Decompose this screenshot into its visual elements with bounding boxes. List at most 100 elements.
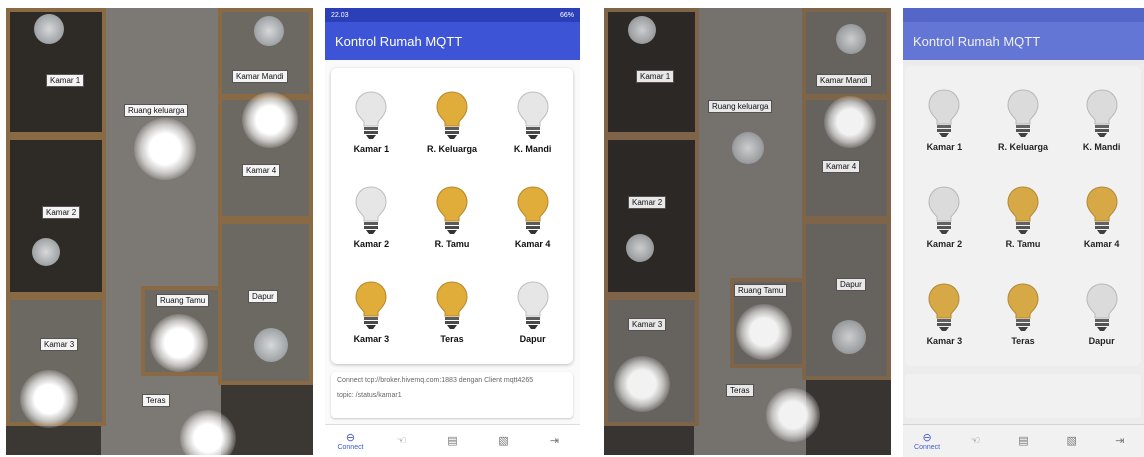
lamp-label: Kamar 1 bbox=[353, 143, 390, 154]
photo-label-ruang-tamu: Ruang Tamu bbox=[156, 294, 210, 307]
nav-item-logout[interactable]: ⇥ bbox=[535, 435, 575, 447]
nav-label: Connect bbox=[914, 443, 941, 451]
lamp-label: R. Tamu bbox=[434, 238, 470, 249]
lamp-dapur bbox=[254, 328, 288, 362]
lamp-label: R. Tamu bbox=[1005, 238, 1041, 249]
lamp-ruang-keluarga bbox=[134, 118, 196, 180]
log-connect-line: Connect tcp://broker.hivemq.com:1883 den… bbox=[337, 377, 534, 384]
status-bar bbox=[903, 8, 1144, 22]
connection-log bbox=[905, 374, 1141, 418]
logout-icon: ⇥ bbox=[1115, 435, 1125, 447]
nav-item-touch[interactable]: ☜ bbox=[382, 435, 422, 447]
logout-icon: ⇥ bbox=[549, 435, 560, 447]
lamp-toggle-kamar-4[interactable]: Kamar 4 bbox=[492, 169, 573, 264]
lamp-kamar-2 bbox=[32, 238, 60, 266]
lamp-toggle-kamar-2[interactable]: Kamar 2 bbox=[905, 169, 984, 266]
log-topic-line: topic: /status/kamar1 bbox=[337, 392, 402, 400]
lamp-dapur bbox=[832, 320, 866, 354]
room-dapur bbox=[802, 220, 891, 380]
lamp-toggle-r-tamu[interactable]: R. Tamu bbox=[984, 169, 1063, 266]
link-icon: ⊖ bbox=[345, 431, 356, 444]
lamp-label: R. Keluarga bbox=[426, 143, 477, 154]
light-bulb-icon bbox=[355, 281, 387, 330]
lamp-toggle-teras[interactable]: Teras bbox=[984, 265, 1063, 362]
lamp-teras bbox=[180, 410, 236, 455]
photo-label-dapur: Dapur bbox=[248, 290, 278, 303]
message-off-icon: ▧ bbox=[498, 435, 509, 447]
nav-item-logout[interactable]: ⇥ bbox=[1100, 435, 1140, 447]
light-bulb-icon bbox=[1086, 89, 1118, 138]
light-bulb-icon bbox=[436, 91, 468, 139]
link-icon: ⊖ bbox=[922, 431, 932, 444]
lamp-toggle-kamar-3[interactable]: Kamar 3 bbox=[905, 265, 984, 362]
lamp-ruang-keluarga bbox=[732, 132, 764, 164]
photo-label-kamar-mandi: Kamar Mandi bbox=[816, 74, 872, 87]
lamp-kamar-3 bbox=[614, 356, 670, 412]
nav-item-message-off[interactable]: ▧ bbox=[1052, 435, 1092, 447]
message-icon: ▤ bbox=[1018, 435, 1029, 447]
light-bulb-icon bbox=[928, 283, 960, 331]
light-bulb-icon bbox=[355, 186, 387, 234]
app-bar: Kontrol Rumah MQTT bbox=[325, 22, 580, 60]
nav-item-message-off[interactable]: ▧ bbox=[484, 435, 524, 447]
lamp-toggle-k-mandi[interactable]: K. Mandi bbox=[1062, 72, 1141, 169]
status-time: 22.03 bbox=[331, 11, 349, 19]
app-title: Kontrol Rumah MQTT bbox=[335, 33, 463, 49]
photo-label-ruang-keluarga: Ruang keluarga bbox=[708, 100, 773, 113]
touch-icon: ☜ bbox=[396, 435, 407, 447]
photo-label-kamar-1: Kamar 1 bbox=[636, 70, 675, 83]
photo-label-ruang-keluarga: Ruang keluarga bbox=[124, 104, 189, 117]
lamp-toggle-kamar-2[interactable]: Kamar 2 bbox=[331, 169, 412, 264]
lamp-teras bbox=[766, 388, 820, 442]
lamp-toggle-r-keluarga[interactable]: R. Keluarga bbox=[984, 72, 1063, 169]
light-bulb-icon bbox=[517, 281, 549, 330]
lamp-kamar-3 bbox=[20, 370, 78, 428]
lamp-toggle-dapur[interactable]: Dapur bbox=[492, 265, 573, 360]
lamp-toggle-teras[interactable]: Teras bbox=[412, 265, 493, 360]
lamp-label: Kamar 4 bbox=[514, 238, 551, 249]
lamp-label: Kamar 3 bbox=[926, 335, 963, 346]
app-bar: Kontrol Rumah MQTT bbox=[903, 22, 1144, 60]
nav-item-message[interactable]: ▤ bbox=[1003, 435, 1043, 447]
photo-label-ruang-tamu: Ruang Tamu bbox=[734, 284, 788, 297]
lamp-kamar-4 bbox=[242, 92, 298, 148]
lamp-label: Kamar 3 bbox=[353, 334, 390, 345]
lamp-toggle-r-keluarga[interactable]: R. Keluarga bbox=[412, 74, 493, 169]
nav-item-link[interactable]: ⊖ Connect bbox=[331, 432, 371, 451]
bottom-navigation: ⊖ Connect ☜ ▤ ▧ ⇥ bbox=[325, 424, 580, 457]
lamp-ruang-tamu bbox=[150, 314, 208, 372]
nav-item-message[interactable]: ▤ bbox=[433, 435, 473, 447]
message-icon: ▤ bbox=[447, 435, 458, 447]
photo-label-kamar-3: Kamar 3 bbox=[40, 338, 79, 351]
nav-label: Connect bbox=[337, 443, 364, 451]
house-model-photo: Kamar 1 Ruang keluarga Kamar Mandi Kamar… bbox=[6, 8, 313, 455]
light-bulb-icon bbox=[1007, 186, 1039, 234]
light-bulb-icon bbox=[1086, 283, 1118, 331]
phone-screen-2: Kontrol Rumah MQTT Kamar 1 R. Keluarga K. … bbox=[903, 8, 1144, 457]
house-model-photo-2: Kamar 1 Ruang keluarga Kamar Mandi Kamar… bbox=[604, 8, 891, 455]
light-bulb-icon bbox=[436, 281, 468, 330]
lamp-toggle-kamar-3[interactable]: Kamar 3 bbox=[331, 265, 412, 360]
light-bulb-icon bbox=[928, 186, 960, 234]
nav-item-touch[interactable]: ☜ bbox=[955, 435, 995, 447]
lamp-label: Teras bbox=[1011, 335, 1035, 346]
lamp-label: Dapur bbox=[519, 334, 546, 345]
lamp-toggle-r-tamu[interactable]: R. Tamu bbox=[412, 169, 493, 264]
lamp-kamar-2 bbox=[626, 234, 654, 262]
photo-label-kamar-4: Kamar 4 bbox=[822, 160, 861, 173]
lamp-toggle-kamar-1[interactable]: Kamar 1 bbox=[905, 72, 984, 169]
light-bulb-icon bbox=[517, 186, 549, 234]
phone-screen: 22.03 66% Kontrol Rumah MQTT Kamar 1 R. K… bbox=[325, 8, 580, 457]
lamp-label: Kamar 2 bbox=[353, 238, 390, 249]
lamp-kamar-mandi bbox=[254, 16, 284, 46]
lamp-control-card: Kamar 1 R. Keluarga K. Mandi Kamar 2 R. Tamu… bbox=[905, 66, 1141, 366]
connection-log: Connect tcp://broker.hivemq.com:1883 den… bbox=[331, 372, 573, 418]
lamp-toggle-kamar-1[interactable]: Kamar 1 bbox=[331, 74, 412, 169]
nav-item-link[interactable]: ⊖ Connect bbox=[907, 432, 947, 451]
message-off-icon: ▧ bbox=[1066, 435, 1077, 447]
lamp-toggle-k-mandi[interactable]: K. Mandi bbox=[492, 74, 573, 169]
light-bulb-icon bbox=[1086, 186, 1118, 234]
lamp-toggle-kamar-4[interactable]: Kamar 4 bbox=[1062, 169, 1141, 266]
photo-label-kamar-4: Kamar 4 bbox=[242, 164, 281, 177]
lamp-toggle-dapur[interactable]: Dapur bbox=[1062, 265, 1141, 362]
